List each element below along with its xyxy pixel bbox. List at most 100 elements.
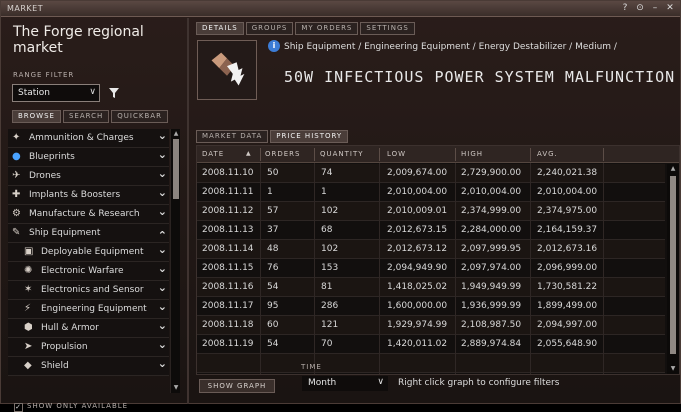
chevron-down-icon[interactable]: ⌄ — [158, 281, 167, 294]
column-header-date[interactable]: DATE — [202, 150, 224, 158]
scroll-up-icon[interactable]: ▲ — [667, 165, 679, 172]
table-row[interactable]: 2008.11.16 54 81 1,418,025.02 1,949,949.99 1,… — [197, 278, 665, 297]
filter-icon[interactable] — [108, 87, 120, 99]
table-row[interactable]: 2008.11.15 76 153 2,094,949.90 2,097,974.00 2… — [197, 259, 665, 278]
table-row[interactable]: 2008.11.19 54 70 1,420,011.02 2,889,974.84 2,… — [197, 335, 665, 354]
table-header: DATE ▲ ORDERS QUANTITY LOW HIGH AVG. — [197, 146, 679, 163]
table-cell: 286 — [321, 301, 339, 311]
tree-item[interactable]: ✺ Electronic Warfare ⌄ — [8, 262, 169, 281]
column-divider[interactable] — [260, 148, 261, 161]
tree-item[interactable]: ✦ Ammunition & Charges ⌄ — [8, 129, 169, 148]
column-divider — [603, 163, 604, 374]
table-row[interactable]: 2008.11.11 1 1 2,010,004.00 2,010,004.00 2,01… — [197, 183, 665, 202]
table-cell: 1,899,499.00 — [537, 301, 598, 311]
chevron-up-icon[interactable]: ⌃ — [158, 229, 167, 242]
table-cell: 60 — [267, 320, 279, 330]
scroll-thumb[interactable] — [670, 176, 676, 354]
info-icon[interactable]: i — [268, 40, 280, 52]
column-divider[interactable] — [314, 148, 315, 161]
item-name: 50W INFECTIOUS POWER SYSTEM MALFUNCTION — [284, 68, 676, 86]
column-header-avg[interactable]: AVG. — [537, 150, 558, 158]
table-row[interactable]: 2008.11.12 57 102 2,010,009.01 2,374,999.00 2… — [197, 202, 665, 221]
chevron-down-icon[interactable]: ⌄ — [158, 319, 167, 332]
column-header-high[interactable]: HIGH — [461, 150, 483, 158]
chevron-down-icon[interactable]: ⌄ — [158, 243, 167, 256]
column-divider[interactable] — [455, 148, 456, 161]
tree-item-label: Deployable Equipment — [41, 247, 144, 257]
tree-scrollbar[interactable]: ▲ ▼ — [170, 129, 180, 393]
time-select[interactable]: Month ∨ — [302, 376, 388, 391]
options-button[interactable]: ⊙ — [634, 2, 646, 14]
column-divider — [530, 163, 531, 374]
chevron-down-icon[interactable]: ⌄ — [158, 167, 167, 180]
tree-item[interactable]: ✎ Ship Equipment ⌃ — [8, 224, 169, 243]
table-row[interactable]: 2008.11.14 48 102 2,012,673.12 2,097,999.95 2… — [197, 240, 665, 259]
tree-item[interactable]: ⚡ Engineering Equipment ⌄ — [8, 300, 169, 319]
tree-item[interactable]: ◆ Shield ⌄ — [8, 357, 169, 376]
scroll-down-icon[interactable]: ▼ — [667, 365, 679, 372]
tree-item[interactable]: ✈ Drones ⌄ — [8, 167, 169, 186]
tab-quickbar[interactable]: QUICKBAR — [111, 110, 168, 123]
column-header-quantity[interactable]: QUANTITY — [320, 150, 364, 158]
close-button[interactable]: ✕ — [664, 2, 676, 14]
tab-groups[interactable]: GROUPS — [245, 22, 294, 35]
table-cell: 54 — [267, 282, 279, 292]
table-cell: 2,374,999.00 — [461, 206, 522, 216]
tab-my-orders[interactable]: MY ORDERS — [295, 22, 359, 35]
tab-details[interactable]: DETAILS — [196, 22, 244, 35]
table-row[interactable] — [197, 354, 665, 373]
scroll-up-icon[interactable]: ▲ — [171, 130, 181, 137]
chevron-down-icon[interactable]: ⌄ — [158, 129, 167, 142]
column-header-low[interactable]: LOW — [387, 150, 406, 158]
table-cell: 74 — [321, 168, 333, 178]
tree-item[interactable]: ✶ Electronics and Sensor ⌄ — [8, 281, 169, 300]
column-divider[interactable] — [603, 148, 604, 161]
minimize-button[interactable]: – — [649, 2, 661, 14]
chevron-down-icon[interactable]: ⌄ — [158, 357, 167, 370]
table-cell: 2,284,000.00 — [461, 225, 522, 235]
tab-settings[interactable]: SETTINGS — [360, 22, 415, 35]
scroll-thumb[interactable] — [173, 139, 179, 199]
item-thumbnail-icon[interactable] — [197, 40, 257, 100]
tree-item[interactable]: ➤ Propulsion ⌄ — [8, 338, 169, 357]
manufacture-icon: ⚙ — [12, 208, 21, 219]
chevron-down-icon[interactable]: ⌄ — [158, 300, 167, 313]
tab-search[interactable]: SEARCH — [62, 110, 110, 123]
range-filter-select[interactable]: Station ∨ — [12, 84, 100, 102]
table-row[interactable]: 2008.11.17 95 286 1,600,000.00 1,936,999.99 1… — [197, 297, 665, 316]
tab-market-data[interactable]: MARKET DATA — [196, 130, 269, 143]
tree-item[interactable]: ⚙ Manufacture & Research ⌄ — [8, 205, 169, 224]
scroll-down-icon[interactable]: ▼ — [171, 384, 181, 391]
column-divider[interactable] — [530, 148, 531, 161]
table-cell: 2008.11.16 — [202, 282, 254, 292]
chevron-down-icon[interactable]: ⌄ — [158, 262, 167, 275]
table-cell: 95 — [267, 301, 279, 311]
tree-item[interactable]: ▣ Deployable Equipment ⌄ — [8, 243, 169, 262]
chevron-down-icon[interactable]: ⌄ — [158, 186, 167, 199]
table-cell: 81 — [321, 282, 333, 292]
checkbox-icon[interactable]: ✓ — [14, 403, 23, 412]
chevron-down-icon[interactable]: ⌄ — [158, 205, 167, 218]
table-row[interactable]: 2008.11.10 50 74 2,009,674.00 2,729,900.00 2,… — [197, 164, 665, 183]
chevron-down-icon[interactable]: ⌄ — [158, 148, 167, 161]
title-bar[interactable]: MARKET ? ⊙ – ✕ — [1, 1, 680, 17]
show-graph-button[interactable]: SHOW GRAPH — [199, 379, 275, 393]
help-button[interactable]: ? — [619, 2, 631, 14]
table-row[interactable]: 2008.11.18 60 121 1,929,974.99 2,108,987.50 2… — [197, 316, 665, 335]
range-filter-label: RANGE FILTER — [13, 71, 75, 79]
table-cell: 1 — [267, 187, 273, 197]
column-divider — [455, 163, 456, 374]
tree-item[interactable]: ✚ Implants & Boosters ⌄ — [8, 186, 169, 205]
price-history-table: DATE ▲ ORDERS QUANTITY LOW HIGH AVG. 200… — [196, 145, 680, 375]
tab-browse[interactable]: BROWSE — [12, 110, 61, 123]
tree-item[interactable]: ● Blueprints ⌄ — [8, 148, 169, 167]
table-cell: 121 — [321, 320, 339, 330]
tab-price-history[interactable]: PRICE HISTORY — [270, 130, 349, 143]
table-scrollbar[interactable]: ▲ ▼ — [667, 164, 679, 374]
column-divider[interactable] — [379, 148, 380, 161]
time-label: TIME — [301, 363, 322, 371]
chevron-down-icon[interactable]: ⌄ — [158, 338, 167, 351]
column-header-orders[interactable]: ORDERS — [265, 150, 301, 158]
table-row[interactable]: 2008.11.13 37 68 2,012,673.15 2,284,000.00 2,… — [197, 221, 665, 240]
tree-item[interactable]: ⬢ Hull & Armor ⌄ — [8, 319, 169, 338]
